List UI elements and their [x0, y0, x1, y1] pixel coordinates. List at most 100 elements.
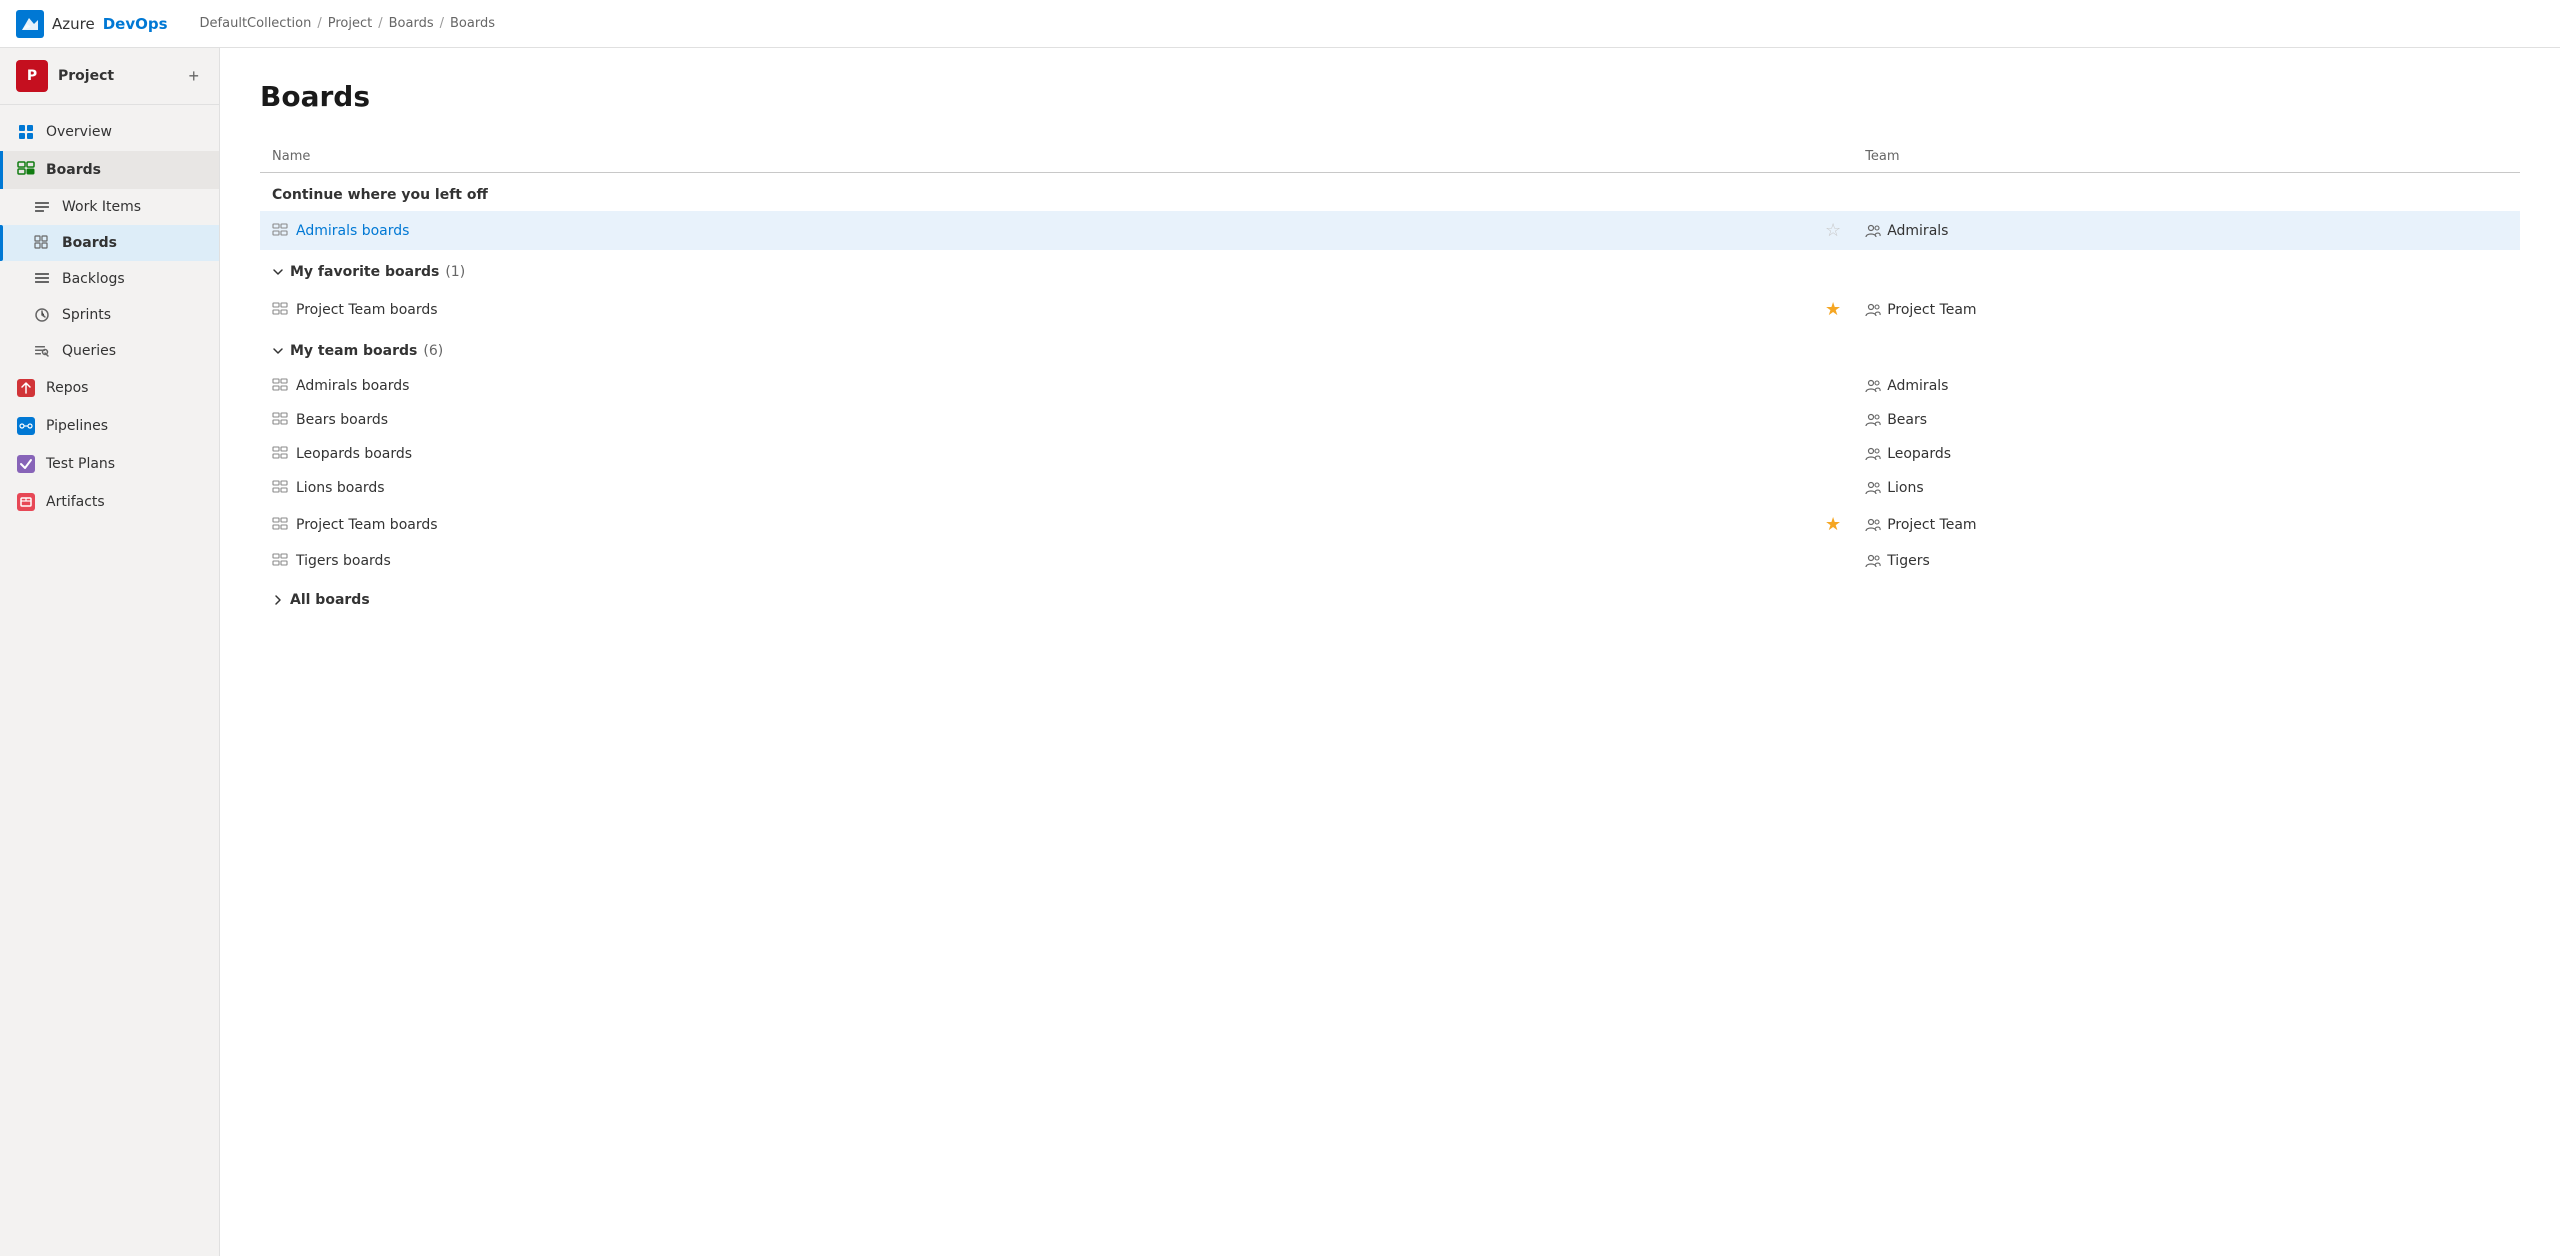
board-grid-icon: [272, 446, 288, 462]
table-row[interactable]: Bears boards Bears: [260, 403, 2520, 437]
board-name-cell: Leopards boards: [260, 437, 1813, 471]
sidebar-item-artifacts[interactable]: Artifacts: [0, 483, 219, 521]
star-filled-icon[interactable]: ★: [1825, 514, 1841, 535]
app-logo[interactable]: Azure DevOps: [16, 10, 168, 38]
sidebar-item-backlogs[interactable]: Backlogs: [0, 261, 219, 297]
board-name-cell: Project Team boards: [260, 505, 1813, 544]
star-cell[interactable]: ☆: [1813, 211, 1853, 250]
star-cell[interactable]: [1813, 544, 1853, 578]
table-row[interactable]: Admirals boards ☆ Admirals: [260, 211, 2520, 250]
team-name: Tigers: [1887, 553, 1930, 569]
team-name: Project Team: [1887, 517, 1976, 533]
team-info: Bears: [1865, 412, 2508, 428]
table-row[interactable]: Project Team boards ★ Project Team: [260, 290, 2520, 329]
star-cell[interactable]: [1813, 437, 1853, 471]
main-content: Boards Name Team Continue where you left…: [220, 48, 2560, 1256]
board-name-text: Lions boards: [296, 480, 385, 496]
board-name-text: Admirals boards: [296, 378, 409, 394]
board-grid-icon: [272, 223, 288, 239]
page-title: Boards: [260, 80, 2520, 113]
sidebar-project: P Project +: [0, 48, 219, 105]
board-name: Project Team boards: [272, 302, 1801, 318]
sidebar-item-queries[interactable]: Queries: [0, 333, 219, 369]
team-icon: [1865, 517, 1881, 533]
board-name-text: Bears boards: [296, 412, 388, 428]
sprints-label: Sprints: [62, 307, 111, 323]
section-toggle-team-boards[interactable]: My team boards (6): [272, 343, 443, 359]
team-icon: [1865, 223, 1881, 239]
all-boards-row[interactable]: All boards: [260, 578, 2520, 624]
queries-label: Queries: [62, 343, 116, 359]
boards-section-icon: [16, 160, 36, 180]
board-name-text: Project Team boards: [296, 302, 438, 318]
breadcrumb-item-3[interactable]: Boards: [450, 16, 495, 31]
table-row[interactable]: Tigers boards Tigers: [260, 544, 2520, 578]
board-name-text: Tigers boards: [296, 553, 391, 569]
table-row[interactable]: Admirals boards Admirals: [260, 369, 2520, 403]
section-toggle-favorites[interactable]: My favorite boards (1): [272, 264, 465, 280]
table-row[interactable]: Project Team boards ★ Project Team: [260, 505, 2520, 544]
add-project-button[interactable]: +: [184, 63, 203, 89]
sidebar-item-work-items[interactable]: Work Items: [0, 189, 219, 225]
table-row[interactable]: Leopards boards Leopards: [260, 437, 2520, 471]
boards-section-label: Boards: [46, 162, 101, 178]
backlogs-label: Backlogs: [62, 271, 125, 287]
team-cell: Admirals: [1853, 369, 2520, 403]
board-grid-icon: [272, 302, 288, 318]
star-cell[interactable]: [1813, 369, 1853, 403]
team-info: Admirals: [1865, 378, 2508, 394]
star-empty-icon[interactable]: ☆: [1825, 220, 1841, 241]
team-info: Project Team: [1865, 302, 2508, 318]
board-name-cell: Tigers boards: [260, 544, 1813, 578]
star-filled-icon[interactable]: ★: [1825, 299, 1841, 320]
board-grid-icon: [272, 553, 288, 569]
team-cell: Tigers: [1853, 544, 2520, 578]
test-plans-icon: [16, 454, 36, 474]
team-cell: Project Team: [1853, 505, 2520, 544]
breadcrumb-item-1[interactable]: Project: [328, 16, 372, 31]
star-cell[interactable]: ★: [1813, 290, 1853, 329]
board-name: Leopards boards: [272, 446, 1801, 462]
board-name-cell: Admirals boards: [260, 211, 1813, 250]
team-info: Lions: [1865, 480, 2508, 496]
team-icon: [1865, 553, 1881, 569]
boards-icon: [32, 233, 52, 253]
sidebar-item-overview[interactable]: Overview: [0, 113, 219, 151]
section-header-favorites: My favorite boards (1): [260, 250, 2520, 290]
team-info: Tigers: [1865, 553, 2508, 569]
sidebar-item-pipelines[interactable]: Pipelines: [0, 407, 219, 445]
board-name-cell: Project Team boards: [260, 290, 1813, 329]
sidebar: P Project + Overview: [0, 48, 220, 1256]
team-cell: Admirals: [1853, 211, 2520, 250]
main-layout: P Project + Overview: [0, 48, 2560, 1256]
breadcrumb-item-2[interactable]: Boards: [389, 16, 434, 31]
team-cell: Project Team: [1853, 290, 2520, 329]
table-row[interactable]: Lions boards Lions: [260, 471, 2520, 505]
team-name: Leopards: [1887, 446, 1951, 462]
chevron-down-icon: [272, 345, 284, 357]
board-name-text: Project Team boards: [296, 517, 438, 533]
section-header-continue: Continue where you left off: [260, 173, 2520, 212]
team-name: Admirals: [1887, 223, 1948, 239]
sidebar-item-repos[interactable]: Repos: [0, 369, 219, 407]
board-name-link[interactable]: Admirals boards: [296, 223, 409, 239]
sidebar-item-sprints[interactable]: Sprints: [0, 297, 219, 333]
repos-label: Repos: [46, 380, 88, 396]
artifacts-label: Artifacts: [46, 494, 105, 510]
star-cell[interactable]: ★: [1813, 505, 1853, 544]
star-cell[interactable]: [1813, 403, 1853, 437]
azure-devops-logo-icon: [16, 10, 44, 38]
board-grid-icon: [272, 412, 288, 428]
sidebar-item-test-plans[interactable]: Test Plans: [0, 445, 219, 483]
logo-devops-text: DevOps: [103, 15, 168, 33]
sidebar-item-boards-section[interactable]: Boards: [0, 151, 219, 189]
team-info: Admirals: [1865, 223, 2508, 239]
team-name: Bears: [1887, 412, 1927, 428]
chevron-right-icon: [272, 594, 284, 606]
team-name: Admirals: [1887, 378, 1948, 394]
breadcrumb-item-0[interactable]: DefaultCollection: [200, 16, 312, 31]
all-boards-toggle[interactable]: All boards: [272, 592, 370, 608]
star-cell[interactable]: [1813, 471, 1853, 505]
sidebar-item-boards[interactable]: Boards: [0, 225, 219, 261]
sidebar-navigation: Overview Boards: [0, 105, 219, 529]
